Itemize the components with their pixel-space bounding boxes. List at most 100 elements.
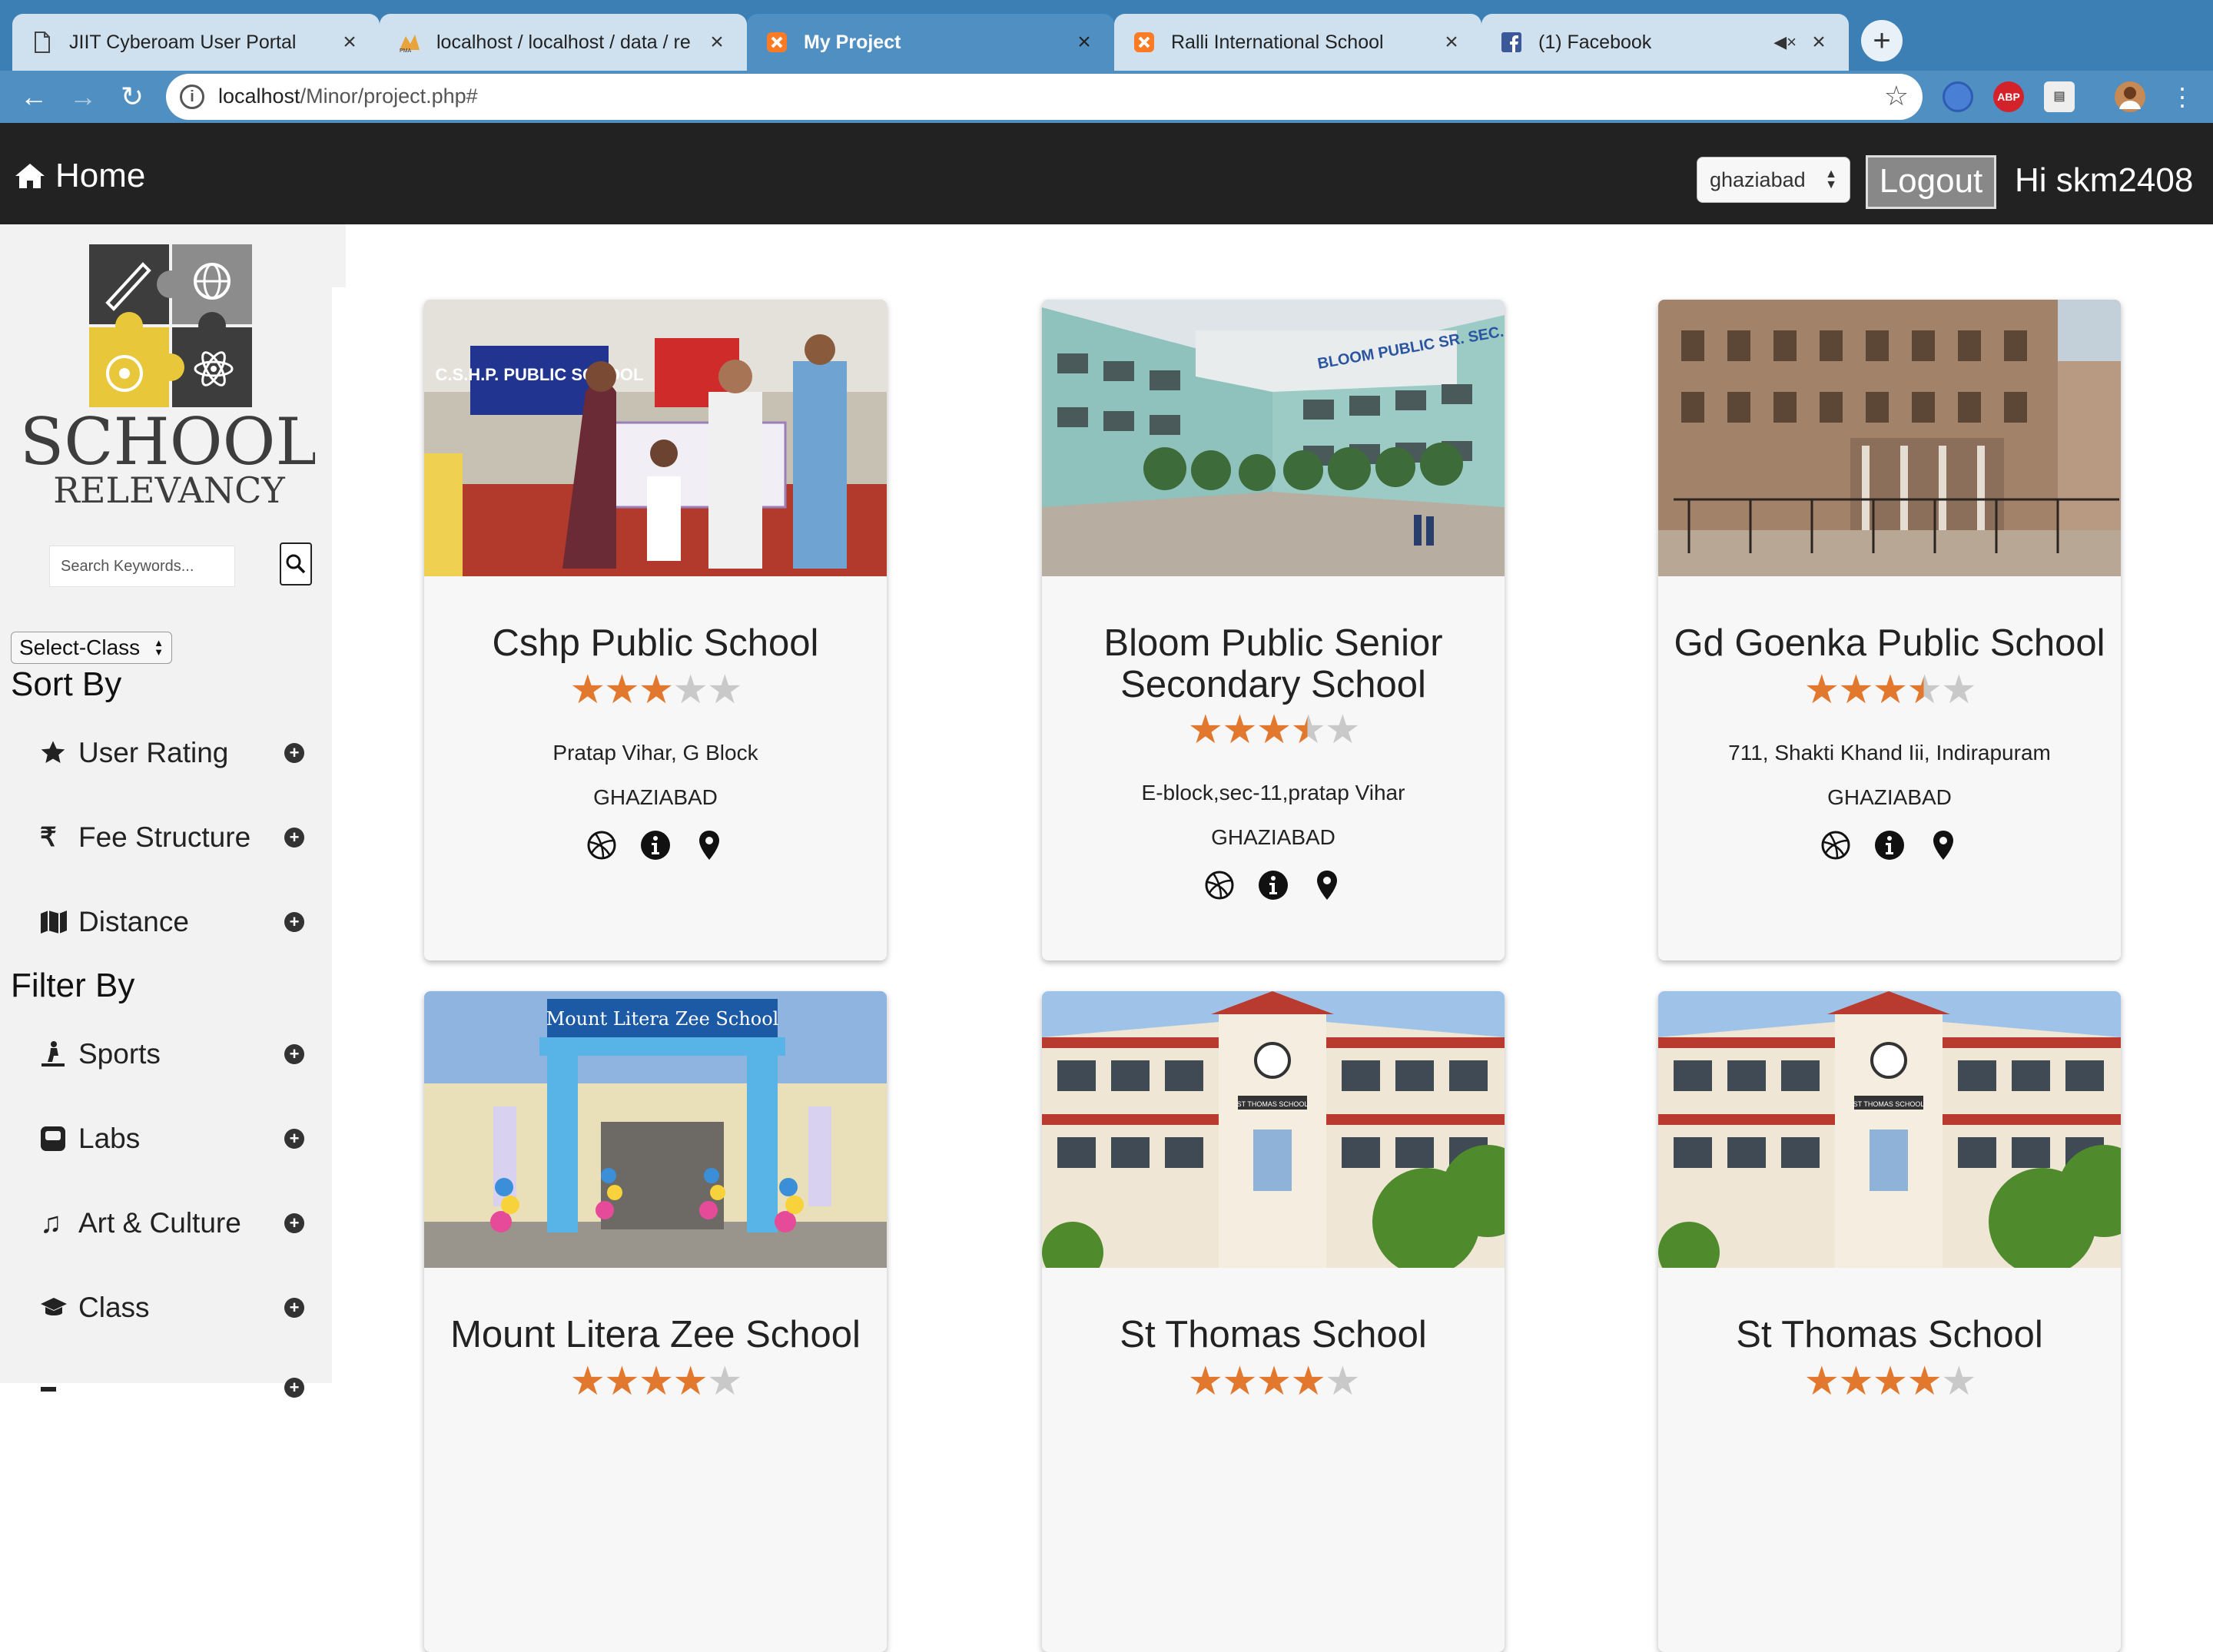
expand-plus-icon[interactable]: +: [284, 912, 304, 932]
star-icon: ★: [706, 668, 743, 712]
star-icon: ★: [1940, 668, 1977, 712]
close-tab-icon[interactable]: ×: [338, 29, 361, 55]
school-card[interactable]: Gd Goenka Public School ★★★★★ 711, Shakt…: [1658, 300, 2121, 960]
star-icon: ★: [1290, 708, 1326, 752]
star-icon: ★: [1906, 1359, 1943, 1404]
expand-plus-icon[interactable]: +: [284, 1298, 304, 1318]
school-photo[interactable]: BLOOM PUBLIC SR. SEC. SCHOOL: [1042, 300, 1505, 576]
filter-class[interactable]: Class +: [40, 1286, 304, 1329]
school-name[interactable]: St Thomas School: [1057, 1314, 1489, 1355]
tab-title: localhost / localhost / data / re: [436, 31, 691, 53]
filter-more-item[interactable]: +: [40, 1366, 304, 1409]
expand-plus-icon[interactable]: +: [284, 743, 304, 763]
map-marker-icon[interactable]: [692, 828, 726, 862]
city-select[interactable]: ghaziabad ▲ ▼: [1697, 157, 1850, 203]
music-icon: ♫: [40, 1206, 62, 1239]
school-photo[interactable]: ST THOMAS SCHOOL: [1042, 991, 1505, 1268]
website-icon[interactable]: [1819, 828, 1853, 862]
user-greeting: Hi skm2408: [2015, 161, 2194, 199]
home-link[interactable]: Home: [14, 157, 145, 195]
sort-fee-structure[interactable]: ₹ Fee Structure +: [40, 816, 304, 859]
school-name[interactable]: St Thomas School: [1674, 1314, 2105, 1355]
browser-menu-icon[interactable]: ⋮: [2164, 78, 2201, 115]
filter-art-culture[interactable]: ♫ Art & Culture +: [40, 1202, 304, 1245]
tab-ralli-school[interactable]: Ralli International School ×: [1114, 14, 1481, 71]
xampp-icon: [1133, 31, 1156, 54]
filter-by-heading: Filter By: [11, 967, 135, 1004]
logout-button[interactable]: Logout: [1866, 155, 1996, 209]
tab-cyberoam[interactable]: JIIT Cyberoam User Portal ×: [12, 14, 380, 71]
expand-plus-icon[interactable]: +: [284, 1129, 304, 1149]
school-photo[interactable]: ST THOMAS SCHOOL: [1658, 991, 2121, 1268]
sort-user-rating[interactable]: User Rating +: [40, 731, 304, 775]
star-icon: ★: [1324, 1359, 1361, 1404]
website-icon[interactable]: [585, 828, 619, 862]
new-tab-button[interactable]: +: [1861, 20, 1903, 61]
school-photo[interactable]: C.S.H.P. PUBLIC SCHOOL: [424, 300, 887, 576]
star-icon: [40, 740, 71, 766]
rating-stars: ★★★★★: [1658, 1358, 2121, 1405]
tab-title: My Project: [804, 31, 901, 53]
map-marker-icon[interactable]: [1310, 868, 1344, 902]
address-bar[interactable]: i localhost/Minor/project.php# ☆: [166, 74, 1923, 120]
close-tab-icon[interactable]: ×: [1073, 29, 1096, 55]
url-text: localhost/Minor/project.php#: [218, 85, 478, 108]
expand-plus-icon[interactable]: +: [284, 828, 304, 848]
school-photo[interactable]: [1658, 300, 2121, 576]
school-name[interactable]: Bloom Public Senior Secondary School: [1057, 622, 1489, 705]
star-icon: ★: [569, 668, 606, 712]
sort-distance[interactable]: Distance +: [40, 901, 304, 944]
school-card[interactable]: ST THOMAS SCHOOL St Thomas School ★★★★★: [1658, 991, 2121, 1652]
school-name[interactable]: Cshp Public School: [440, 622, 871, 664]
search-input[interactable]: [49, 546, 235, 587]
forward-button[interactable]: →: [65, 78, 101, 115]
facebook-icon: [1500, 31, 1523, 54]
tab-facebook[interactable]: (1) Facebook ◀× ×: [1481, 14, 1849, 71]
info-icon[interactable]: [1873, 828, 1906, 862]
school-card[interactable]: ST THOMAS SCHOOL St Thomas School ★★★★★: [1042, 991, 1505, 1652]
extension-icon[interactable]: ▤: [2044, 81, 2075, 112]
star-icon: ★: [1803, 668, 1840, 712]
tab-my-project[interactable]: My Project ×: [747, 14, 1114, 71]
school-address: E-block,sec-11,pratap Vihar: [1141, 781, 1405, 804]
expand-plus-icon[interactable]: +: [284, 1044, 304, 1064]
school-name[interactable]: Gd Goenka Public School: [1674, 622, 2105, 664]
phpmyadmin-icon: PMA: [398, 31, 421, 54]
filter-sports[interactable]: Sports +: [40, 1033, 304, 1076]
close-tab-icon[interactable]: ×: [1440, 29, 1463, 55]
tab-phpmyadmin[interactable]: PMA localhost / localhost / data / re ×: [380, 14, 747, 71]
expand-plus-icon[interactable]: +: [284, 1378, 304, 1398]
adblock-plus-icon[interactable]: ABP: [1993, 81, 2024, 112]
rupee-icon: ₹: [40, 823, 57, 852]
speaker-muted-icon[interactable]: ◀×: [1773, 32, 1797, 52]
back-button[interactable]: ←: [15, 78, 52, 115]
site-info-icon[interactable]: i: [180, 85, 204, 109]
reload-button[interactable]: ↻: [114, 78, 151, 115]
expand-plus-icon[interactable]: +: [284, 1213, 304, 1233]
star-icon: ★: [1803, 1359, 1840, 1404]
map-marker-icon[interactable]: [1926, 828, 1960, 862]
info-icon[interactable]: [1256, 868, 1290, 902]
partial-icon: [40, 1382, 71, 1393]
profile-avatar[interactable]: [2115, 81, 2145, 112]
close-tab-icon[interactable]: ×: [1807, 29, 1830, 55]
class-select[interactable]: Select-Class ▲ ▼: [11, 632, 172, 664]
bookmark-star-icon[interactable]: ☆: [1884, 80, 1909, 112]
school-name[interactable]: Mount Litera Zee School: [440, 1314, 871, 1355]
search-button[interactable]: [280, 542, 312, 585]
school-photo[interactable]: Mount Litera Zee School: [424, 991, 887, 1268]
class-select-value: Select-Class: [19, 635, 141, 659]
website-icon[interactable]: [1203, 868, 1236, 902]
star-icon: ★: [604, 668, 640, 712]
star-icon: ★: [1872, 1359, 1909, 1404]
info-icon[interactable]: [639, 828, 672, 862]
filter-labs[interactable]: Labs +: [40, 1117, 304, 1160]
school-card[interactable]: C.S.H.P. PUBLIC SCHOOL Cshp Public Schoo…: [424, 300, 887, 960]
school-card[interactable]: Mount Litera Zee School Mount Litera Zee…: [424, 991, 887, 1652]
star-icon: ★: [1222, 1359, 1258, 1404]
sync-icon[interactable]: [1943, 81, 1973, 112]
school-card[interactable]: BLOOM PUBLIC SR. SEC. SCHOOL Bloom Publi…: [1042, 300, 1505, 960]
svg-text:ST THOMAS SCHOOL: ST THOMAS SCHOOL: [1853, 1100, 1925, 1108]
school-address: Pratap Vihar, G Block: [552, 741, 758, 765]
close-tab-icon[interactable]: ×: [705, 29, 728, 55]
